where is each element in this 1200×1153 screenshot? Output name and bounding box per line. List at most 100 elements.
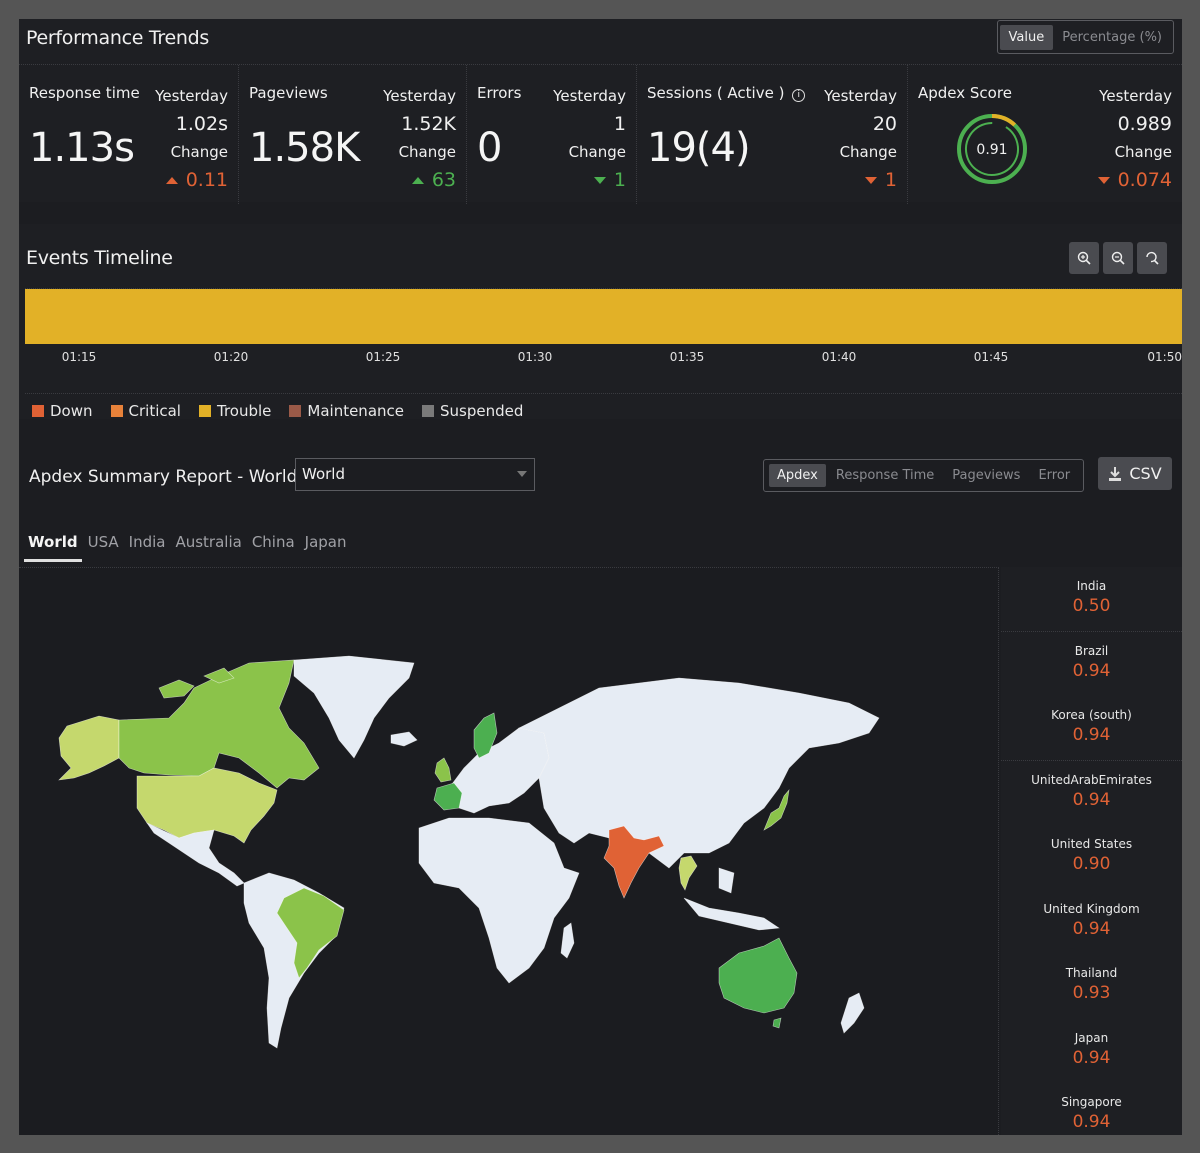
map-united-kingdom[interactable] [434, 757, 452, 783]
legend-label: Maintenance [307, 402, 404, 420]
arrow-down-icon [864, 177, 877, 184]
legend-label: Down [50, 402, 93, 420]
performance-trends-panel: Performance Trends Value Percentage (%) … [19, 19, 1182, 204]
change-value: 63 [383, 166, 456, 194]
percentage-toggle-button[interactable]: Percentage (%) [1053, 25, 1171, 50]
metric-tab-response-time[interactable]: Response Time [828, 464, 942, 487]
yesterday-label: Yesterday [824, 87, 897, 105]
timeline-tick-label: 01:50 [1147, 350, 1182, 364]
country-apdex-value: 0.94 [1072, 918, 1111, 939]
csv-download-button[interactable]: CSV [1098, 457, 1172, 490]
map-new-zealand[interactable] [840, 992, 865, 1034]
legend-item-suspended[interactable]: Suspended [422, 402, 523, 420]
legend-label: Suspended [440, 402, 524, 420]
metric-sessions: Sessions ( Active ) i 19(4) Yesterday 20… [637, 65, 908, 204]
map-alaska[interactable] [58, 715, 120, 781]
map-australia[interactable] [718, 937, 798, 1014]
change-label: Change [1114, 143, 1172, 161]
country-name: India [1076, 579, 1107, 593]
map-thailand[interactable] [678, 855, 698, 891]
metric-label: Errors [477, 84, 522, 102]
metric-apdex-score: Apdex Score 0.91 Yesterday 0.989 Change … [908, 65, 1182, 204]
metric-tab-pageviews[interactable]: Pageviews [944, 464, 1028, 487]
reset-zoom-icon [1146, 251, 1159, 265]
country-list-item[interactable]: Korea (south) 0.94 [1001, 696, 1182, 761]
metric-comparison: Yesterday 1.02s Change 0.11 [155, 82, 228, 194]
metric-tab-apdex[interactable]: Apdex [769, 464, 826, 487]
legend-item-maintenance[interactable]: Maintenance [289, 402, 404, 420]
country-name: Brazil [1074, 643, 1109, 658]
arrow-up-icon [411, 177, 424, 184]
metric-tab-error[interactable]: Error [1030, 464, 1078, 487]
legend-swatch [289, 405, 302, 417]
dashboard: Performance Trends Value Percentage (%) … [19, 19, 1182, 1135]
map-southeast-asia[interactable] [683, 867, 780, 931]
yesterday-label: Yesterday [155, 87, 228, 105]
country-list-item[interactable]: Brazil 0.94 [1001, 632, 1182, 697]
map-iceland[interactable] [390, 731, 418, 747]
yesterday-value: 1.52K [401, 113, 456, 135]
zoom-out-icon [1111, 251, 1125, 265]
country-name: United Kingdom [1043, 901, 1140, 916]
country-list-item[interactable]: UnitedArabEmirates 0.94 [1001, 761, 1182, 826]
legend-item-down[interactable]: Down [32, 402, 93, 420]
yesterday-value: 20 [872, 113, 897, 135]
map-europe[interactable] [448, 727, 550, 814]
country-list-item[interactable]: Singapore 0.94 [1001, 1083, 1182, 1148]
country-apdex-list: India 0.50 Brazil 0.94 Korea (south) 0.94 Unit… [1001, 567, 1182, 1135]
apdex-title: Apdex Summary Report - World [29, 467, 298, 487]
timeline-tick-label: 01:15 [61, 350, 97, 364]
country-list-item[interactable]: Japan 0.94 [1001, 1019, 1182, 1084]
metric-label: Response time [29, 84, 140, 102]
country-apdex-value: 0.94 [1072, 1047, 1111, 1068]
country-list-item[interactable]: India 0.50 [1001, 567, 1182, 632]
legend-swatch [198, 405, 211, 417]
region-tab-australia[interactable]: Australia [171, 530, 245, 562]
map-asia[interactable] [518, 677, 880, 869]
region-select[interactable]: World [295, 458, 535, 491]
map-tasmania[interactable] [772, 1017, 782, 1029]
performance-title: Performance Trends [26, 27, 209, 49]
metric-label: Pageviews [249, 84, 328, 102]
country-list-item[interactable]: United States 0.90 [1001, 825, 1182, 890]
region-tab-japan[interactable]: Japan [301, 530, 351, 562]
country-list-item[interactable]: Thailand 0.93 [1001, 954, 1182, 1019]
apdex-gauge: 0.91 [957, 114, 1027, 184]
change-label: Change [170, 143, 228, 161]
metric-comparison: Yesterday 0.989 Change 0.074 [1097, 82, 1172, 194]
metric-pageviews: Pageviews 1.58K Yesterday 1.52K Change 6… [239, 65, 467, 204]
region-tab-china[interactable]: China [248, 530, 299, 562]
region-tab-world[interactable]: World [24, 530, 82, 562]
zoom-in-button[interactable] [1069, 242, 1099, 274]
change-value: 0.11 [155, 166, 228, 194]
change-label: Change [839, 143, 897, 161]
timeline-trouble-bar[interactable] [25, 289, 1182, 344]
arrow-down-icon [593, 177, 606, 184]
timeline-tick-label: 01:20 [213, 350, 249, 364]
region-tab-india[interactable]: India [125, 530, 170, 562]
metric-comparison: Yesterday 1.52K Change 63 [383, 82, 456, 194]
country-list-item[interactable]: United Kingdom 0.94 [1001, 890, 1182, 955]
events-timeline-panel: Events Timeline 01:15 01:20 01:25 01:30 01:3… [19, 224, 1182, 420]
country-apdex-value: 0.50 [1072, 596, 1111, 616]
download-icon [1109, 466, 1122, 481]
country-apdex-value: 0.94 [1072, 725, 1111, 745]
region-tab-usa[interactable]: USA [84, 530, 123, 562]
metric-errors: Errors 0 Yesterday 1 Change 1 [467, 65, 637, 204]
map-africa[interactable] [418, 817, 580, 984]
map-madagascar[interactable] [560, 922, 575, 959]
zoom-out-button[interactable] [1103, 242, 1133, 274]
yesterday-value: 1 [613, 113, 626, 135]
country-apdex-value: 0.90 [1072, 854, 1111, 874]
metric-value: 0 [477, 125, 502, 171]
change-value: 1 [824, 166, 897, 194]
legend-item-critical[interactable]: Critical [110, 402, 181, 420]
legend-item-trouble[interactable]: Trouble [198, 402, 271, 420]
reset-zoom-button[interactable] [1137, 242, 1167, 274]
metric-value: 19(4) [647, 125, 751, 171]
metric-label: Apdex Score [918, 84, 1012, 102]
info-icon[interactable]: i [792, 89, 806, 102]
events-title: Events Timeline [26, 247, 173, 269]
value-toggle-button[interactable]: Value [999, 24, 1054, 50]
chevron-down-icon [517, 471, 527, 477]
